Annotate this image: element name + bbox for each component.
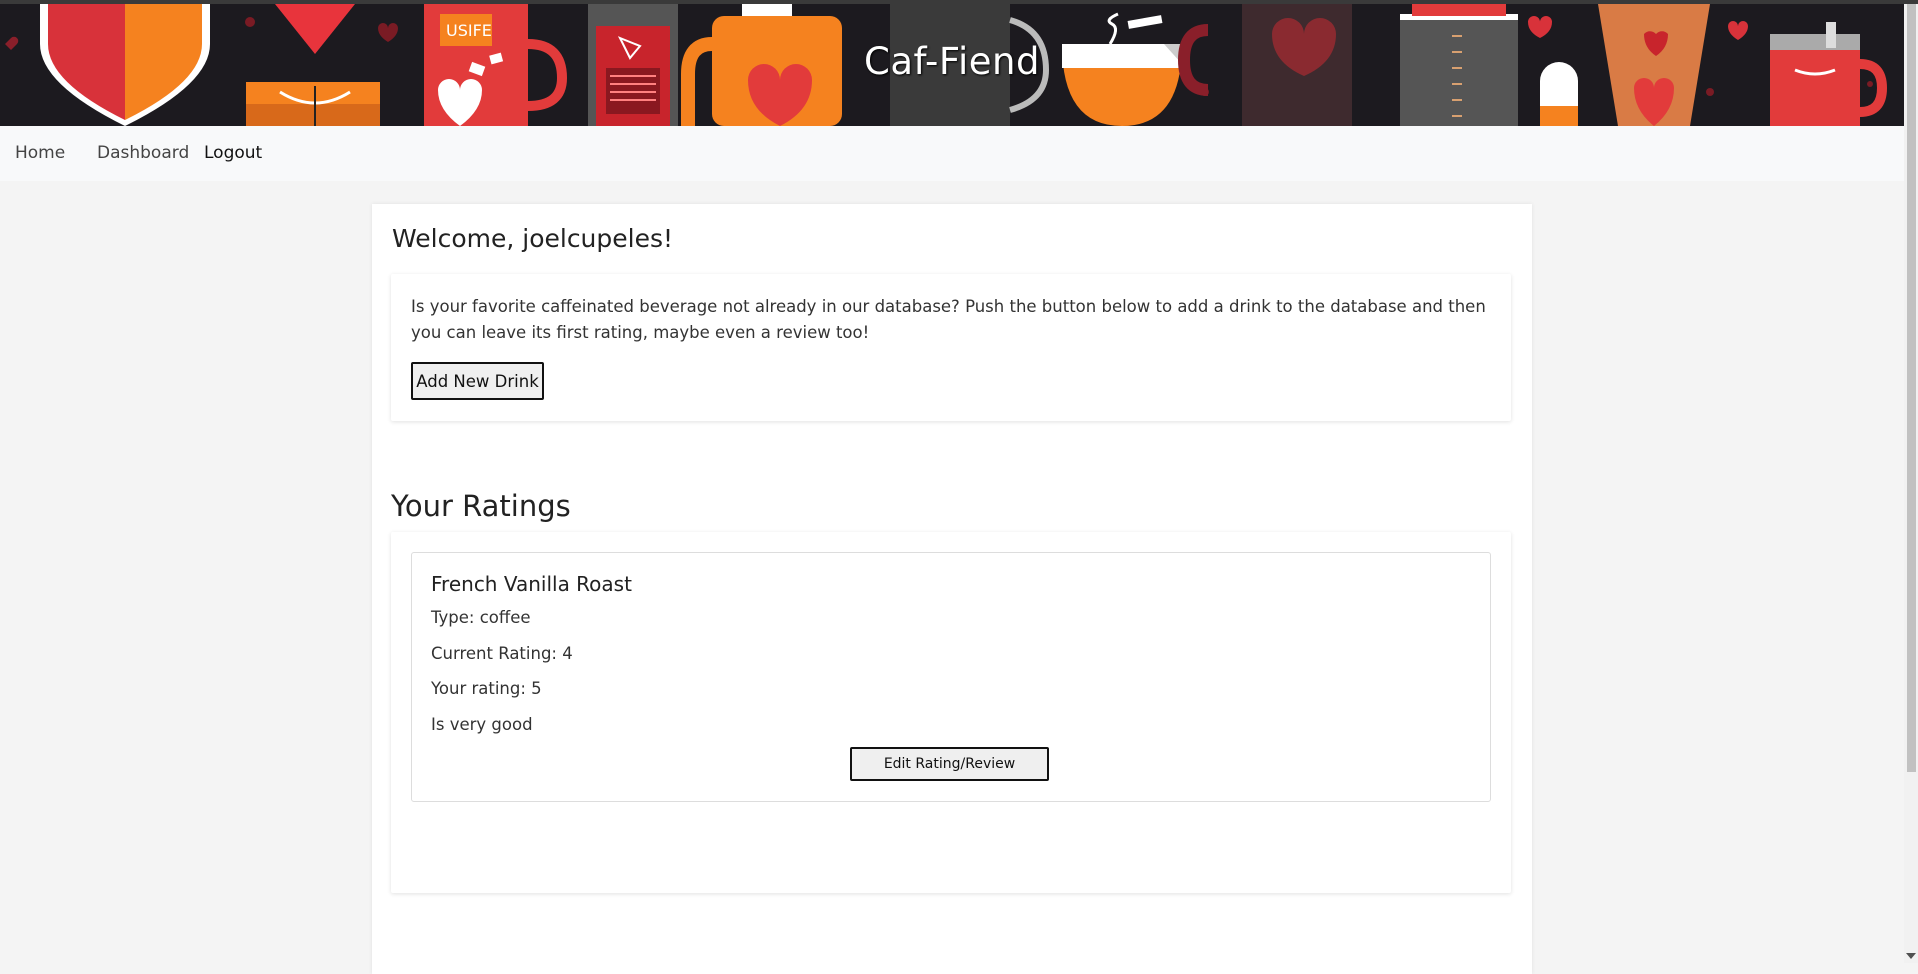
add-drink-card: Is your favorite caffeinated beverage no… — [391, 274, 1511, 421]
ratings-card: French Vanilla Roast Type: coffee Curren… — [391, 532, 1511, 893]
add-new-drink-button[interactable]: Add New Drink — [411, 362, 544, 400]
nav-dashboard-link[interactable]: Dashboard — [97, 143, 189, 163]
current-rating: Current Rating: 4 — [431, 644, 573, 663]
drink-type: Type: coffee — [431, 608, 531, 627]
nav-home-link[interactable]: Home — [15, 143, 65, 163]
rating-list-item: French Vanilla Roast Type: coffee Curren… — [411, 552, 1491, 802]
drink-name: French Vanilla Roast — [431, 572, 632, 596]
add-drink-description: Is your favorite caffeinated beverage no… — [411, 297, 1486, 342]
user-review: Is very good — [431, 715, 533, 734]
page-scrollbar[interactable] — [1904, 4, 1918, 963]
user-rating: Your rating: 5 — [431, 679, 542, 698]
cup-label-text: USIFE — [446, 21, 492, 40]
nav-logout-link[interactable]: Logout — [204, 143, 262, 163]
dashboard-container: Welcome, joelcupeles! Is your favorite c… — [372, 204, 1532, 974]
edit-rating-review-button[interactable]: Edit Rating/Review — [850, 747, 1049, 781]
welcome-heading: Welcome, joelcupeles! — [392, 224, 674, 253]
main-navbar: Home Dashboard Logout — [0, 126, 1904, 181]
header-banner: USIFE Caf-Fiend — [0, 4, 1904, 126]
your-ratings-heading: Your Ratings — [391, 489, 571, 523]
site-title: Caf-Fiend — [864, 40, 1040, 83]
scroll-down-arrow-icon[interactable] — [1906, 953, 1916, 959]
scrollbar-thumb[interactable] — [1907, 4, 1916, 772]
